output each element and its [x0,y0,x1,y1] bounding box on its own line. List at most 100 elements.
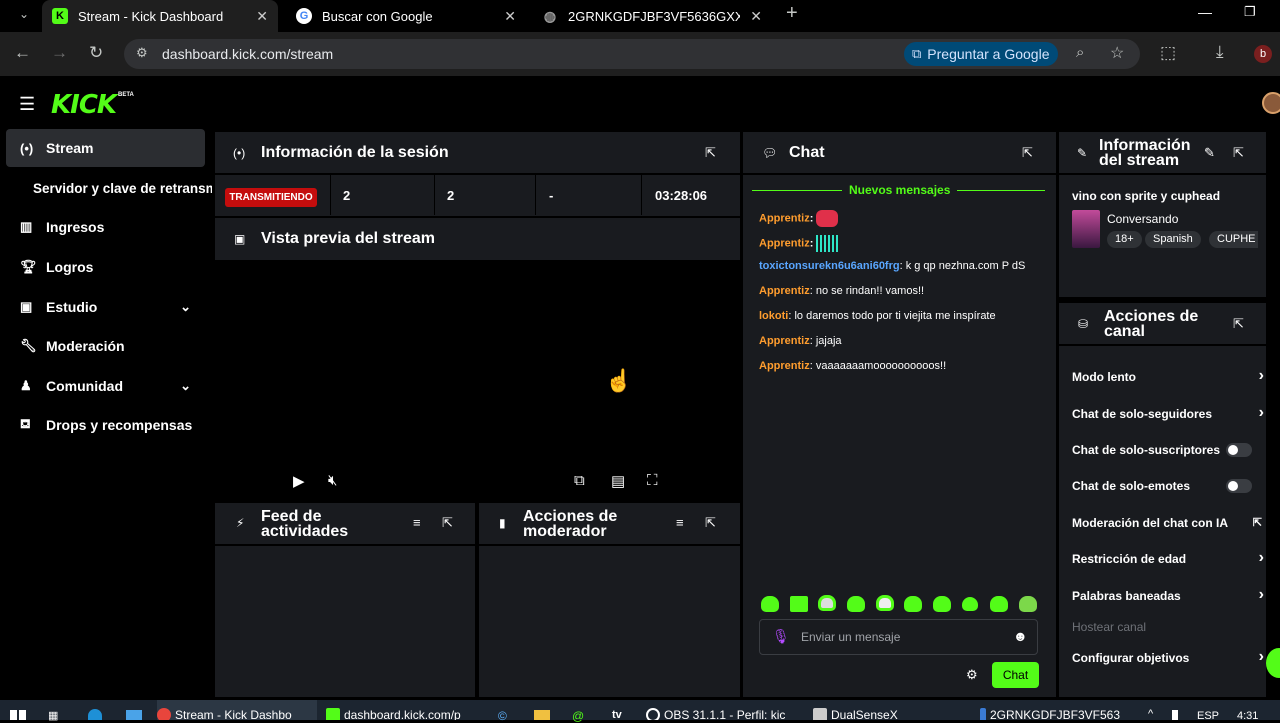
restore-icon[interactable]: ❐ [1244,4,1256,20]
chat-username[interactable]: toxictonsurekn6u6ani60frg [759,260,900,272]
chat-username[interactable]: Apprentiz [759,212,810,224]
tab-kick-dashboard[interactable]: K Stream - Kick Dashboard ✕ [42,0,278,32]
app-icon[interactable]: @ [572,709,584,723]
sidebar-item-comunidad[interactable]: ♟ Comunidad ⌄ [6,367,205,405]
site-info-icon[interactable]: ⚙ [136,45,148,61]
microphone-icon[interactable]: 🎙︎ [772,628,790,645]
emote-icon[interactable] [790,596,808,612]
emote-icon[interactable] [990,596,1008,612]
chat-input[interactable]: 🎙︎ Enviar un mensaje ☻ [759,619,1038,655]
action-banned-words[interactable]: Palabras baneadas › [1072,586,1264,603]
emote-icon[interactable] [761,596,779,612]
task-view-icon[interactable]: ▦ [48,709,58,722]
emote-icon[interactable] [876,595,894,611]
video-player[interactable]: ☝ [215,260,740,500]
popout-icon[interactable]: ⇱ [1022,145,1033,161]
action-followers-only[interactable]: Chat de solo-seguidores › [1072,404,1264,421]
popout-icon[interactable]: ⇱ [705,145,716,161]
pip-icon[interactable]: ⧉ [574,472,585,489]
taskbar-item-kick[interactable]: dashboard.kick.com/p [326,700,476,720]
emote-icon[interactable] [847,596,865,612]
chat-message[interactable]: Apprentiz: [759,210,839,227]
popout-icon[interactable]: ⇱ [442,515,453,531]
chat-message[interactable]: Apprentiz: [759,235,841,252]
emote-icon[interactable] [904,596,922,612]
chat-username[interactable]: Apprentiz [759,360,810,372]
clock[interactable]: 4:31 [1237,710,1258,722]
close-tab-icon[interactable]: ✕ [750,8,762,25]
popout-icon[interactable]: ⇱ [705,515,716,531]
chat-send-button[interactable]: Chat [992,662,1039,688]
action-subscribers-only[interactable]: Chat de solo-suscriptores [1072,443,1258,457]
chat-settings-icon[interactable]: ⚙ [966,667,978,683]
emoji-icon[interactable]: ☻ [1013,628,1028,644]
back-icon[interactable]: ← [14,43,31,63]
action-age-restriction[interactable]: Restricción de edad › [1072,549,1264,566]
sidebar-item-stream[interactable]: (•) Stream [6,129,205,167]
chat-message[interactable]: Apprentiz: vaaaaaaamoooooooooos!! [759,360,946,372]
download-icon[interactable]: ⤓ [1216,42,1224,62]
user-avatar[interactable] [1262,92,1280,114]
new-tab-icon[interactable]: + [786,2,798,25]
fullscreen-icon[interactable]: ⛶ [647,472,658,489]
sidebar-item-drops[interactable]: ⛾ Drops y recompensas [6,406,205,444]
chat-message[interactable]: toxictonsurekn6u6ani60frg: k g qp nezhna… [759,260,1025,272]
edge-icon[interactable] [88,709,102,720]
chat-username[interactable]: Apprentiz [759,285,810,297]
sidebar-item-server-key[interactable]: Servidor y clave de retransmisión [33,169,212,207]
reload-icon[interactable]: ↻ [89,43,103,63]
extensions-icon[interactable]: ⬚ [1160,43,1176,63]
tag-chip[interactable]: 18+ [1107,231,1142,248]
chat-message[interactable]: Apprentiz: no se rindan!! vamos!! [759,285,924,297]
tag-chip[interactable]: Spanish [1145,231,1201,248]
taskbar-item-other[interactable]: 2GRNKGDFJBF3VF563 [980,700,1120,720]
popout-icon[interactable]: ⇱ [1233,145,1244,161]
taskbar-item-chrome[interactable]: Stream - Kick Dashbo [157,700,317,720]
app-icon[interactable]: © [498,709,507,723]
tray-chevron-icon[interactable]: ^ [1148,708,1153,720]
sidebar-item-estudio[interactable]: ▣ Estudio ⌄ [6,288,205,326]
taskbar-item-dualsensex[interactable]: DualSenseX [813,700,963,720]
address-bar[interactable]: ⚙ dashboard.kick.com/stream ⧉ Preguntar … [124,39,1140,69]
zoom-search-icon[interactable]: ⌕ [1076,44,1084,61]
ask-google-button[interactable]: ⧉ Preguntar a Google [904,42,1058,66]
tv-app-icon[interactable]: tv [612,709,622,721]
filter-icon[interactable]: ≡ [413,515,421,530]
close-tab-icon[interactable]: ✕ [504,8,516,25]
profile-avatar[interactable]: b [1254,45,1272,63]
category-thumbnail[interactable] [1072,210,1100,248]
tab-google-search[interactable]: G Buscar con Google ✕ [286,0,526,32]
play-icon[interactable]: ▶ [293,472,305,490]
hamburger-menu-icon[interactable]: ☰ [19,94,35,115]
tag-chip[interactable]: CUPHE [1209,231,1258,248]
forward-icon[interactable]: → [51,43,68,63]
action-ai-moderation[interactable]: Moderación del chat con IA ⇱ [1072,516,1262,530]
chat-username[interactable]: Apprentiz [759,237,810,249]
filter-icon[interactable]: ≡ [676,515,684,530]
sidebar-item-ingresos[interactable]: ▥ Ingresos [6,208,205,246]
kick-logo[interactable]: KICK [51,90,117,120]
chat-message[interactable]: Apprentiz: jajaja [759,335,842,347]
sidebar-item-moderacion[interactable]: 🔧︎ Moderación [6,327,205,365]
tab-search-icon[interactable]: ⌄ [10,7,38,27]
mail-icon[interactable] [126,710,142,720]
emote-icon[interactable] [818,595,836,611]
chat-username[interactable]: lokoti [759,310,788,322]
mute-icon[interactable]: 🔇︎ [328,472,337,489]
emote-icon[interactable] [933,596,951,612]
subscribers-only-toggle[interactable] [1226,443,1252,457]
chat-username[interactable]: Apprentiz [759,335,810,347]
emotes-only-toggle[interactable] [1226,479,1252,493]
emote-icon[interactable] [1019,596,1037,612]
battery-icon[interactable] [1172,710,1178,720]
action-emotes-only[interactable]: Chat de solo-emotes [1072,479,1258,493]
action-slow-mode[interactable]: Modo lento › [1072,367,1264,384]
minimize-icon[interactable]: — [1198,4,1212,20]
close-tab-icon[interactable]: ✕ [256,8,268,25]
edit-icon[interactable]: ✎ [1204,145,1215,161]
action-configure-goals[interactable]: Configurar objetivos › [1072,648,1264,665]
emote-icon[interactable] [962,597,978,611]
taskbar-item-obs[interactable]: OBS 31.1.1 - Perfil: kic [646,700,796,720]
category-name[interactable]: Conversando [1107,212,1178,226]
language-indicator[interactable]: ESP [1197,710,1219,722]
